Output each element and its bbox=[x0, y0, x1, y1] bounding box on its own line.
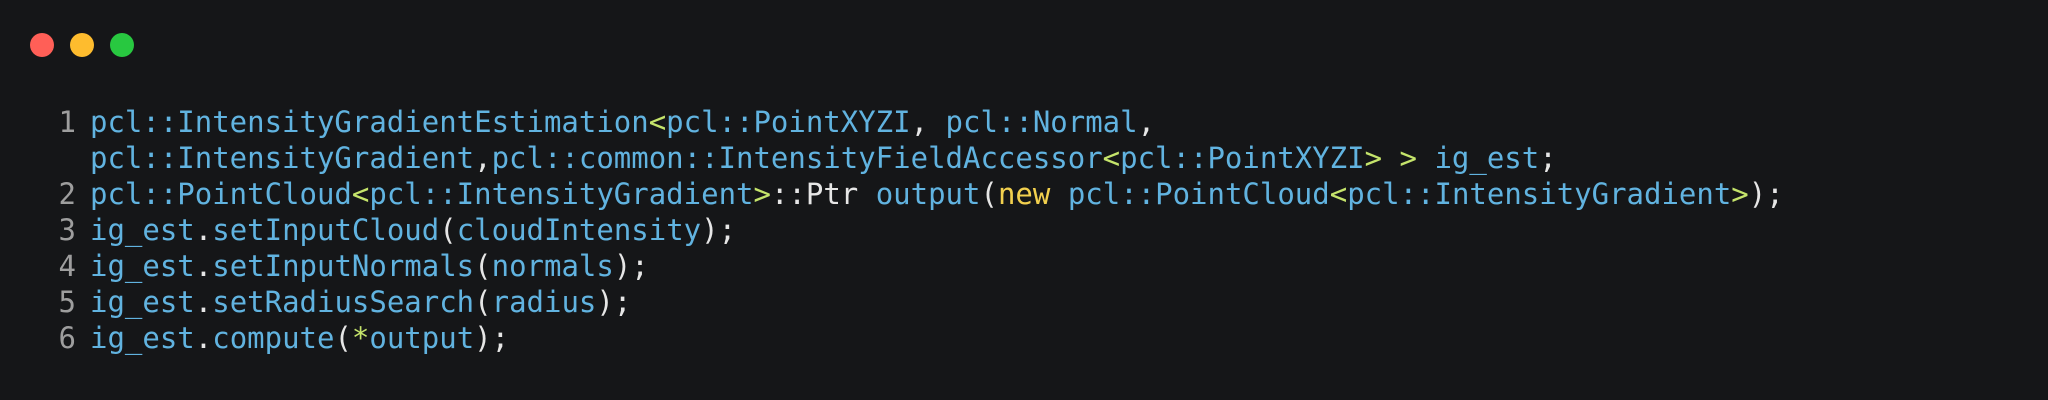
code-token-identifier: pcl::IntensityGradient bbox=[90, 141, 475, 175]
code-token-identifier: pcl::PointCloud bbox=[1067, 177, 1330, 211]
line-number: 4 bbox=[58, 249, 76, 283]
code-token-identifier: ig_est bbox=[1434, 141, 1540, 175]
code-token-angle: > bbox=[1364, 141, 1383, 175]
code-token-angle: < bbox=[1329, 177, 1348, 211]
code-token-punctuation: ); bbox=[701, 213, 737, 247]
line-number: 1 bbox=[58, 105, 76, 139]
line-number: 5 bbox=[58, 285, 76, 319]
code-line: 6 ig_est.compute(*output); bbox=[0, 320, 2048, 356]
code-token-identifier: pcl::PointXYZI bbox=[1120, 141, 1365, 175]
code-token-punctuation: ( bbox=[474, 249, 492, 283]
code-token-identifier: pcl::PointXYZI bbox=[666, 105, 911, 139]
code-token-punctuation: ( bbox=[474, 285, 492, 319]
code-token-operator: * bbox=[351, 321, 370, 355]
code-token-punctuation bbox=[1382, 141, 1399, 175]
code-token-identifier: compute bbox=[212, 321, 335, 355]
code-line: 2 pcl::PointCloud<pcl::IntensityGradient>… bbox=[0, 176, 2048, 212]
close-window-button[interactable] bbox=[30, 33, 54, 57]
code-token-angle: > bbox=[753, 177, 771, 211]
code-token-punctuation: . bbox=[194, 213, 213, 247]
code-token-punctuation: , bbox=[910, 105, 946, 139]
code-token-identifier: output bbox=[875, 177, 981, 211]
code-token-punctuation: , bbox=[474, 141, 492, 175]
line-number bbox=[0, 140, 76, 176]
line-code: ig_est.setRadiusSearch(radius); bbox=[76, 284, 631, 320]
code-token-identifier: normals bbox=[491, 249, 614, 283]
code-token-identifier: radius bbox=[491, 285, 597, 319]
code-token-punctuation: ( bbox=[439, 213, 457, 247]
window-titlebar bbox=[0, 0, 2048, 88]
line-number: 6 bbox=[58, 321, 76, 355]
minimize-window-button[interactable] bbox=[70, 33, 94, 57]
code-token-punctuation: ( bbox=[334, 321, 352, 355]
line-code: ig_est.setInputCloud(cloudIntensity); bbox=[76, 212, 736, 248]
line-number: 3 bbox=[58, 213, 76, 247]
code-token-punctuation: ); bbox=[596, 285, 632, 319]
code-token-punctuation: . bbox=[194, 321, 213, 355]
code-token-punctuation: ( bbox=[980, 177, 998, 211]
line-code: pcl::IntensityGradient,pcl::common::Inte… bbox=[76, 140, 1557, 176]
code-line: pcl::IntensityGradient,pcl::common::Inte… bbox=[0, 140, 2048, 176]
code-token-identifier: pcl::Normal bbox=[945, 105, 1138, 139]
line-code: pcl::PointCloud<pcl::IntensityGradient>:… bbox=[76, 176, 1784, 212]
code-token-identifier: ig_est bbox=[90, 213, 195, 247]
code-token-punctuation: ); bbox=[474, 321, 510, 355]
maximize-window-button[interactable] bbox=[110, 33, 134, 57]
code-token-angle: < bbox=[648, 105, 667, 139]
code-line: 5 ig_est.setRadiusSearch(radius); bbox=[0, 284, 2048, 320]
code-token-identifier: pcl::IntensityGradientEstimation bbox=[90, 105, 649, 139]
code-line: 1 pcl::IntensityGradientEstimation<pcl::P… bbox=[0, 104, 2048, 140]
code-block: 1 pcl::IntensityGradientEstimation<pcl::P… bbox=[0, 104, 2048, 356]
line-code: pcl::IntensityGradientEstimation<pcl::Po… bbox=[76, 104, 1155, 140]
code-token-punctuation: ; bbox=[1539, 141, 1557, 175]
code-token-identifier: setInputCloud bbox=[212, 213, 440, 247]
code-token-punctuation: . bbox=[194, 285, 213, 319]
code-token-identifier: ig_est bbox=[90, 321, 195, 355]
code-token-punctuation bbox=[1417, 141, 1434, 175]
code-token-punctuation: ); bbox=[613, 249, 649, 283]
code-token-identifier: ig_est bbox=[90, 249, 195, 283]
line-number: 2 bbox=[58, 177, 76, 211]
code-token-punctuation: . bbox=[194, 249, 213, 283]
code-token-identifier: setInputNormals bbox=[212, 249, 475, 283]
line-code: ig_est.compute(*output); bbox=[76, 320, 509, 356]
code-token-punctuation: ); bbox=[1748, 177, 1784, 211]
code-token-angle: < bbox=[351, 177, 370, 211]
code-token-identifier: ig_est bbox=[90, 285, 195, 319]
code-line: 4 ig_est.setInputNormals(normals); bbox=[0, 248, 2048, 284]
code-token-angle: > bbox=[1731, 177, 1749, 211]
code-window: 1 pcl::IntensityGradientEstimation<pcl::P… bbox=[0, 0, 2048, 400]
code-token-punctuation: ::Ptr bbox=[770, 177, 876, 211]
code-token-identifier: pcl::common::IntensityFieldAccessor bbox=[491, 141, 1103, 175]
code-token-identifier: setRadiusSearch bbox=[212, 285, 475, 319]
line-code: ig_est.setInputNormals(normals); bbox=[76, 248, 649, 284]
code-token-identifier: cloudIntensity bbox=[456, 213, 702, 247]
code-token-angle: < bbox=[1102, 141, 1121, 175]
code-token-punctuation bbox=[1050, 177, 1067, 211]
code-token-punctuation: , bbox=[1137, 105, 1156, 139]
code-line: 3 ig_est.setInputCloud(cloudIntensity); bbox=[0, 212, 2048, 248]
code-token-identifier: pcl::IntensityGradient bbox=[369, 177, 754, 211]
code-token-keyword: new bbox=[997, 177, 1051, 211]
code-token-identifier: pcl::PointCloud bbox=[90, 177, 352, 211]
code-token-identifier: pcl::IntensityGradient bbox=[1347, 177, 1732, 211]
code-token-identifier: output bbox=[369, 321, 475, 355]
code-token-angle: > bbox=[1399, 141, 1417, 175]
